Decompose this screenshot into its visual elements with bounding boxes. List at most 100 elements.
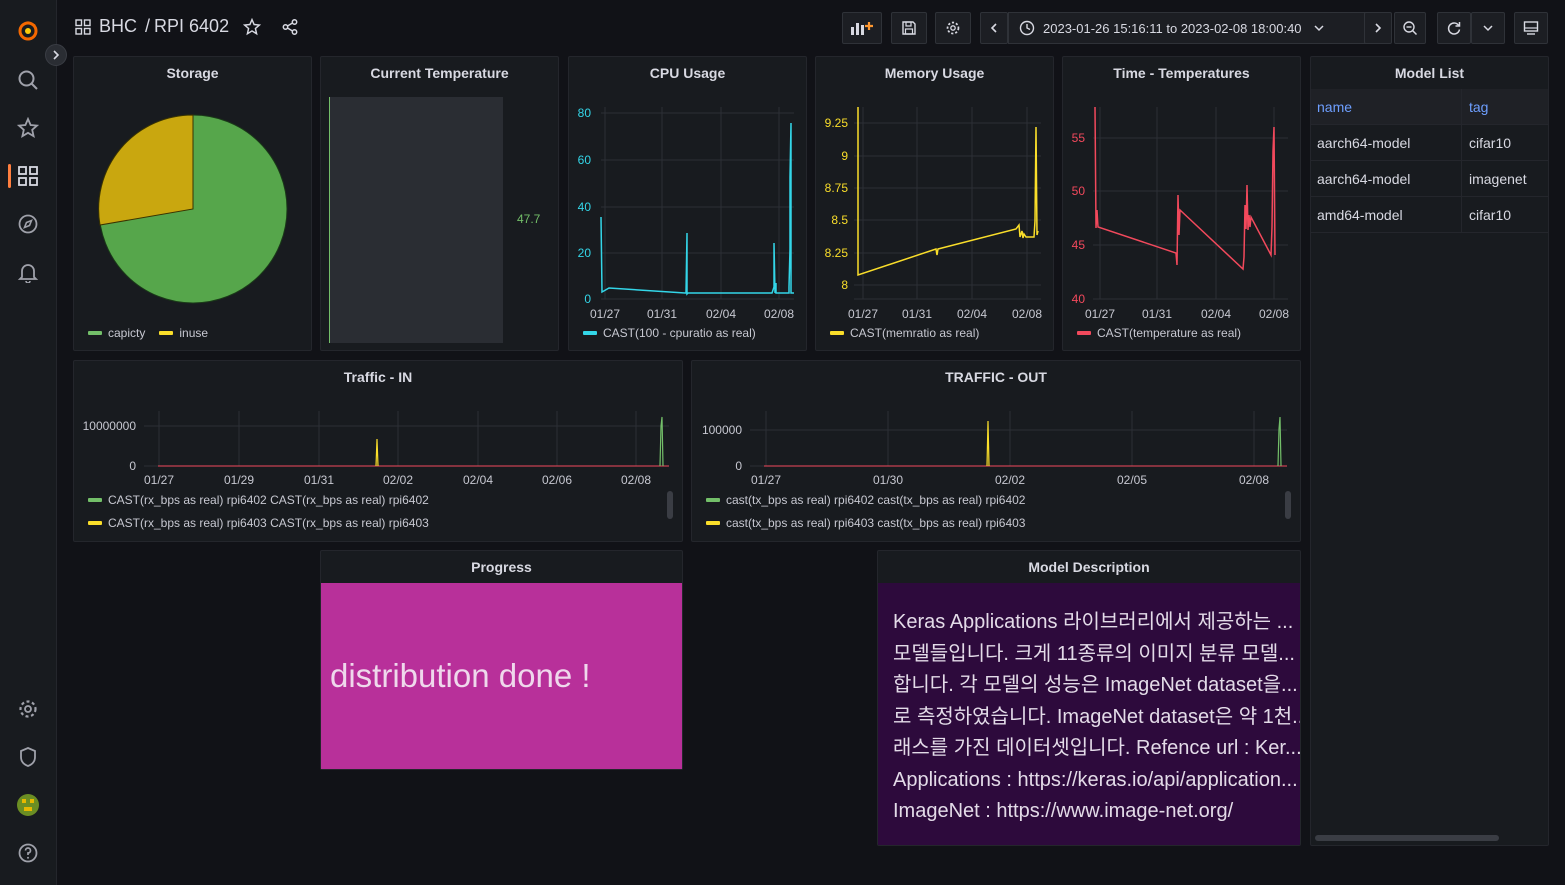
description-line: 래스를 가진 데이터셋입니다. Refence url : Ker... xyxy=(893,737,1301,759)
legend-label[interactable]: CAST(memratio as real) xyxy=(850,326,979,340)
x-tick: 01/27 xyxy=(144,473,174,487)
save-dashboard-button[interactable] xyxy=(891,12,927,44)
save-icon xyxy=(902,21,916,35)
legend-scrollbar[interactable] xyxy=(667,491,673,519)
memory-usage-chart: 9.25 9 8.75 8.5 8.25 8 01/27 01/31 02/04… xyxy=(825,107,1042,321)
description-line: 모델들입니다. 크게 11종류의 이미지 분류 모델... xyxy=(893,642,1295,665)
legend-label: CAST(rx_bps as real) rpi6402 CAST(rx_bps… xyxy=(108,493,429,507)
server-admin-shield-icon[interactable] xyxy=(16,745,40,769)
model-list-panel[interactable]: Model List name tag aarch64-model cifar1… xyxy=(1310,56,1549,846)
traffic-out-legend-item[interactable]: cast(tx_bps as real) rpi6403 cast(tx_bps… xyxy=(706,516,1025,530)
y-tick-80: 80 xyxy=(578,106,592,120)
zoom-out-button[interactable] xyxy=(1394,12,1426,44)
x-tick: 01/31 xyxy=(1142,307,1172,321)
gear-icon xyxy=(946,21,960,35)
panel-title[interactable]: Current Temperature xyxy=(321,65,558,81)
configuration-icon[interactable] xyxy=(16,697,40,721)
legend-scrollbar[interactable] xyxy=(1285,491,1291,519)
table-row[interactable]: aarch64-model cifar10 xyxy=(1311,125,1548,161)
grafana-logo-icon[interactable] xyxy=(16,18,40,42)
add-panel-button[interactable] xyxy=(842,12,882,44)
legend-label: CAST(rx_bps as real) rpi6403 CAST(rx_bps… xyxy=(108,516,429,530)
storage-panel[interactable]: Storage capicty inuse xyxy=(73,56,312,351)
table-row[interactable]: amd64-model cifar10 xyxy=(1311,197,1548,233)
traffic-in-panel[interactable]: Traffic - IN 10000000 0 01/27 01/29 01/3… xyxy=(73,360,683,542)
current-temperature-panel[interactable]: Current Temperature 47.7 xyxy=(320,56,559,351)
horizontal-scrollbar[interactable] xyxy=(1315,835,1499,841)
legend-swatch-cyan xyxy=(583,331,597,335)
legend-label: cast(tx_bps as real) rpi6403 cast(tx_bps… xyxy=(726,516,1026,530)
x-tick: 01/31 xyxy=(647,307,677,321)
panel-title[interactable]: Time - Temperatures xyxy=(1063,65,1300,81)
traffic-out-chart: 100000 0 01/27 01/30 02/02 02/05 02/08 xyxy=(702,411,1287,487)
dashboard-grid-icon xyxy=(75,18,91,35)
panel-title[interactable]: Model List xyxy=(1311,65,1548,81)
y-tick: 45 xyxy=(1072,238,1086,252)
panel-title[interactable]: Storage xyxy=(74,65,311,81)
refresh-button[interactable] xyxy=(1437,12,1471,44)
description-line: 로 측정하였습니다. ImageNet dataset은 약 1천... xyxy=(893,705,1301,728)
dashboard-settings-button[interactable] xyxy=(935,12,971,44)
panel-title[interactable]: TRAFFIC - OUT xyxy=(692,369,1300,385)
description-line: Applications : https://keras.io/api/appl… xyxy=(893,768,1298,791)
help-icon[interactable] xyxy=(16,841,40,865)
memory-usage-panel[interactable]: Memory Usage 9.25 9 8.75 8.5 8.25 8 01/2… xyxy=(815,56,1054,351)
explore-icon[interactable] xyxy=(16,212,40,236)
x-tick: 01/27 xyxy=(751,473,781,487)
tv-mode-button[interactable] xyxy=(1514,12,1548,44)
expand-sidebar-button[interactable] xyxy=(45,44,67,66)
alerting-icon[interactable] xyxy=(16,260,40,284)
table-header: name tag xyxy=(1311,89,1548,125)
traffic-out-legend-item[interactable]: cast(tx_bps as real) rpi6402 cast(tx_bps… xyxy=(706,493,1025,507)
dashboard-title[interactable]: RPI 6402 xyxy=(154,16,229,37)
time-shift-forward-button[interactable] xyxy=(1364,12,1392,44)
legend-label[interactable]: CAST(100 - cpuratio as real) xyxy=(603,326,756,340)
starred-icon[interactable] xyxy=(16,116,40,140)
legend-label-inuse[interactable]: inuse xyxy=(179,326,208,340)
panel-title[interactable]: Memory Usage xyxy=(816,65,1053,81)
table-row[interactable]: aarch64-model imagenet xyxy=(1311,161,1548,197)
table-cell: imagenet xyxy=(1461,161,1548,196)
legend-swatch-green xyxy=(88,331,102,335)
table-cell: aarch64-model xyxy=(1317,170,1411,187)
memory-series-line xyxy=(857,107,1039,277)
dashboards-icon[interactable] xyxy=(16,164,40,188)
y-tick: 8.25 xyxy=(825,246,849,260)
time-shift-back-button[interactable] xyxy=(980,12,1008,44)
table-cell: amd64-model xyxy=(1317,206,1403,223)
description-line: ImageNet : https://www.image-net.org/ xyxy=(893,800,1234,822)
traffic-out-panel[interactable]: TRAFFIC - OUT 100000 0 01/27 01/30 02/02… xyxy=(691,360,1301,542)
star-icon[interactable] xyxy=(243,17,262,36)
share-icon[interactable] xyxy=(281,18,299,36)
panel-title[interactable]: Progress xyxy=(321,559,682,575)
refresh-interval-dropdown[interactable] xyxy=(1471,12,1505,44)
panel-title[interactable]: Model Description xyxy=(878,559,1300,575)
legend-label-capacity[interactable]: capicty xyxy=(108,326,145,340)
cpu-usage-panel[interactable]: CPU Usage 80 60 40 20 0 01/27 01/31 02/0… xyxy=(568,56,807,351)
column-header-tag[interactable]: tag xyxy=(1461,89,1548,124)
traffic-in-legend-item[interactable]: CAST(rx_bps as real) rpi6403 CAST(rx_bps… xyxy=(88,516,429,530)
time-temperatures-panel[interactable]: Time - Temperatures 55 50 45 40 01/27 01… xyxy=(1062,56,1301,351)
panel-title[interactable]: Traffic - IN xyxy=(74,369,682,385)
progress-panel[interactable]: Progress distribution done ! xyxy=(320,550,683,770)
table-cell: cifar10 xyxy=(1461,197,1548,232)
rpi6402-series-line xyxy=(1277,416,1282,467)
x-tick: 02/04 xyxy=(957,307,987,321)
model-description-panel[interactable]: Model Description Keras Applications 라이브… xyxy=(877,550,1301,846)
cpu-usage-chart: 80 60 40 20 0 01/27 01/31 02/04 02/08 xyxy=(578,106,795,321)
legend-swatch-red xyxy=(1077,331,1091,335)
breadcrumb-folder[interactable]: BHC xyxy=(99,16,137,37)
legend-label[interactable]: CAST(temperature as real) xyxy=(1097,326,1241,340)
column-header-name[interactable]: name xyxy=(1311,99,1461,115)
chevron-down-icon xyxy=(1314,25,1324,32)
user-avatar[interactable] xyxy=(16,793,40,817)
refresh-icon xyxy=(1447,22,1461,35)
x-tick: 02/04 xyxy=(463,473,493,487)
panel-title[interactable]: CPU Usage xyxy=(569,65,806,81)
y-tick: 50 xyxy=(1072,184,1086,198)
search-icon[interactable] xyxy=(16,68,40,92)
traffic-in-legend-item[interactable]: CAST(rx_bps as real) rpi6402 CAST(rx_bps… xyxy=(88,493,429,507)
time-range-picker[interactable]: 2023-01-26 15:16:11 to 2023-02-08 18:00:… xyxy=(1008,12,1382,44)
legend-swatch-yellow xyxy=(830,331,844,335)
description-line: 합니다. 각 모델의 성능은 ImageNet dataset을... xyxy=(893,674,1298,696)
